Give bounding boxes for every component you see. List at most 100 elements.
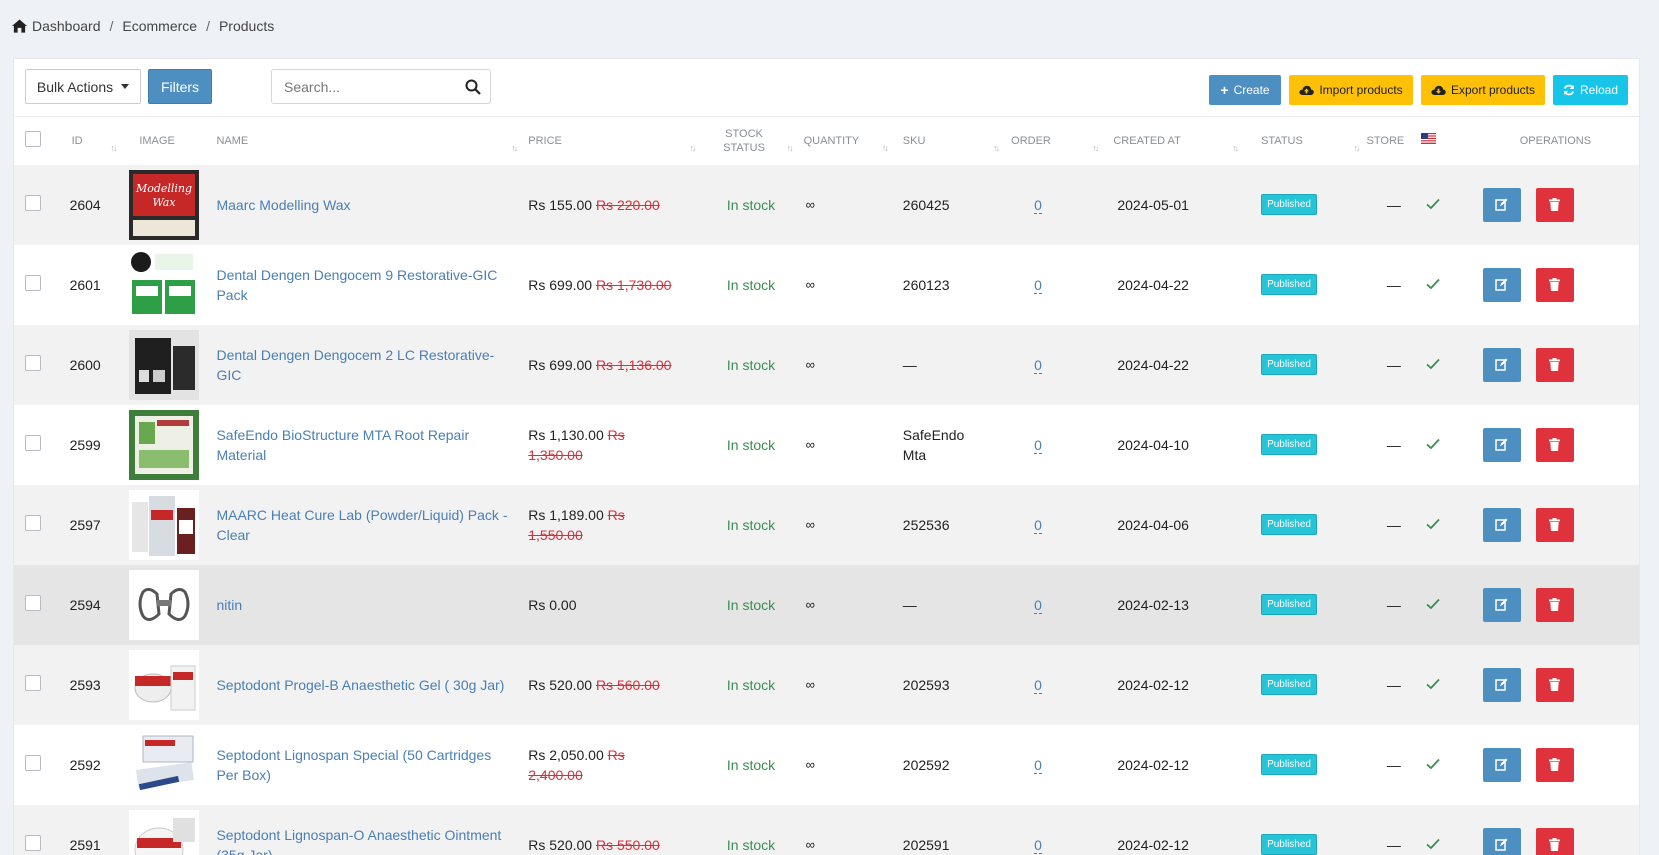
column-header-stock-status[interactable]: STOCK STATUS ↑↓ — [702, 117, 799, 165]
column-header-store: STORE — [1366, 134, 1405, 147]
row-checkbox[interactable] — [25, 675, 41, 691]
modelling-wax-image[interactable]: ModellingWax — [129, 169, 200, 240]
check-icon — [1426, 838, 1440, 849]
row-checkbox[interactable] — [25, 355, 41, 371]
order-count-link[interactable]: 0 — [1034, 356, 1042, 374]
order-count-link[interactable]: 0 — [1034, 596, 1042, 614]
product-name-link[interactable]: SafeEndo BioStructure MTA Root Repair Ma… — [216, 425, 524, 465]
product-id: 2592 — [69, 756, 101, 773]
edit-icon — [1495, 198, 1508, 211]
column-header-created-at[interactable]: CREATED AT ↑↓ — [1105, 117, 1245, 165]
row-checkbox[interactable] — [25, 435, 41, 451]
column-header-status[interactable]: STATUS ↑↓ — [1245, 117, 1366, 165]
store-value: — — [1386, 356, 1401, 373]
edit-icon — [1495, 678, 1508, 691]
create-label: Create — [1233, 83, 1270, 97]
dengocem-2-image[interactable] — [129, 329, 200, 400]
row-checkbox[interactable] — [25, 595, 41, 611]
delete-button[interactable] — [1535, 587, 1574, 622]
row-checkbox[interactable] — [25, 195, 41, 211]
plus-icon: + — [1220, 82, 1229, 98]
stock-status: In stock — [726, 196, 776, 213]
column-header-name[interactable]: NAME ↑↓ — [216, 117, 524, 165]
export-products-button[interactable]: Export products — [1421, 75, 1545, 105]
column-header-quantity[interactable]: QUANTITY ↑↓ — [800, 117, 895, 165]
row-checkbox[interactable] — [25, 755, 41, 771]
row-checkbox[interactable] — [25, 515, 41, 531]
edit-button[interactable] — [1482, 427, 1521, 462]
stock-status: In stock — [726, 356, 776, 373]
search-icon[interactable] — [465, 79, 481, 95]
column-header-price[interactable]: PRICE ↑↓ — [524, 117, 702, 165]
product-name-link[interactable]: Septodont Lignospan Special (50 Cartridg… — [216, 745, 524, 785]
product-name-link[interactable]: Septodont Lignospan-O Anaesthetic Ointme… — [216, 825, 524, 855]
ointment-image[interactable] — [129, 809, 200, 855]
sort-icon: ↑↓ — [1353, 142, 1361, 153]
product-name-link[interactable]: Maarc Modelling Wax — [216, 195, 524, 215]
stock-status: In stock — [726, 836, 776, 853]
delete-button[interactable] — [1535, 747, 1574, 782]
original-price: Rs 1,730.00 — [595, 276, 672, 293]
products-panel: Bulk Actions Filters + Create Import pro… — [13, 58, 1640, 855]
table-row: 2593 Septodont Progel-B Anaesthetic Gel … — [14, 644, 1639, 725]
progel-image[interactable] — [129, 649, 200, 720]
delete-button[interactable] — [1535, 187, 1574, 222]
import-products-button[interactable]: Import products — [1289, 75, 1413, 105]
edit-button[interactable] — [1482, 187, 1521, 222]
bulk-actions-dropdown[interactable]: Bulk Actions — [25, 69, 141, 104]
edit-icon — [1495, 438, 1508, 451]
delete-button[interactable] — [1535, 667, 1574, 702]
store-value: — — [1386, 676, 1401, 693]
product-name-link[interactable]: nitin — [216, 595, 524, 615]
edit-button[interactable] — [1482, 827, 1521, 855]
delete-button[interactable] — [1535, 827, 1574, 855]
edit-button[interactable] — [1482, 587, 1521, 622]
order-count-link[interactable]: 0 — [1034, 516, 1042, 534]
product-id: 2599 — [69, 436, 101, 453]
delete-button[interactable] — [1535, 347, 1574, 382]
delete-button[interactable] — [1535, 507, 1574, 542]
mta-image[interactable] — [129, 409, 200, 480]
order-count-link[interactable]: 0 — [1034, 676, 1042, 694]
lignospan-image[interactable] — [129, 729, 200, 800]
stock-status: In stock — [726, 596, 776, 613]
store-value: — — [1386, 196, 1401, 213]
delete-button[interactable] — [1535, 427, 1574, 462]
order-count-link[interactable]: 0 — [1034, 196, 1042, 214]
product-id: 2593 — [69, 676, 101, 693]
search-box — [271, 69, 491, 104]
edit-button[interactable] — [1482, 667, 1521, 702]
current-price: Rs 520.00 — [528, 836, 593, 853]
product-name-link[interactable]: Dental Dengen Dengocem 9 Restorative-GIC… — [216, 265, 524, 305]
heat-cure-image[interactable] — [129, 489, 200, 560]
product-name-link[interactable]: Septodont Progel-B Anaesthetic Gel ( 30g… — [216, 675, 524, 695]
sku-value: — — [902, 596, 917, 613]
order-count-link[interactable]: 0 — [1034, 276, 1042, 294]
edit-button[interactable] — [1482, 267, 1521, 302]
dengocem-9-image[interactable] — [129, 249, 200, 320]
search-input[interactable] — [284, 78, 454, 95]
filters-button[interactable]: Filters — [148, 69, 212, 104]
row-checkbox[interactable] — [25, 835, 41, 851]
order-count-link[interactable]: 0 — [1034, 756, 1042, 774]
product-name-link[interactable]: MAARC Heat Cure Lab (Powder/Liquid) Pack… — [216, 505, 524, 545]
breadcrumb-dashboard[interactable]: Dashboard — [32, 18, 101, 34]
column-header-sku[interactable]: SKU ↑↓ — [895, 117, 1006, 165]
edit-button[interactable] — [1482, 347, 1521, 382]
reload-button[interactable]: Reload — [1553, 75, 1628, 105]
product-name-link[interactable]: Dental Dengen Dengocem 2 LC Restorative-… — [216, 345, 524, 385]
nitin-image[interactable] — [129, 569, 200, 640]
order-count-link[interactable]: 0 — [1034, 836, 1042, 854]
create-button[interactable]: + Create — [1209, 75, 1281, 105]
order-count-link[interactable]: 0 — [1034, 436, 1042, 454]
select-all-checkbox[interactable] — [25, 130, 41, 147]
edit-button[interactable] — [1482, 747, 1521, 782]
row-checkbox[interactable] — [25, 275, 41, 291]
delete-button[interactable] — [1535, 267, 1574, 302]
column-header-id[interactable]: ID ↑↓ — [61, 117, 124, 165]
sort-icon: ↑↓ — [1092, 142, 1099, 153]
column-header-language — [1421, 117, 1470, 165]
breadcrumb-ecommerce[interactable]: Ecommerce — [122, 18, 197, 34]
edit-button[interactable] — [1482, 507, 1521, 542]
column-header-order[interactable]: ORDER ↑↓ — [1006, 117, 1105, 165]
